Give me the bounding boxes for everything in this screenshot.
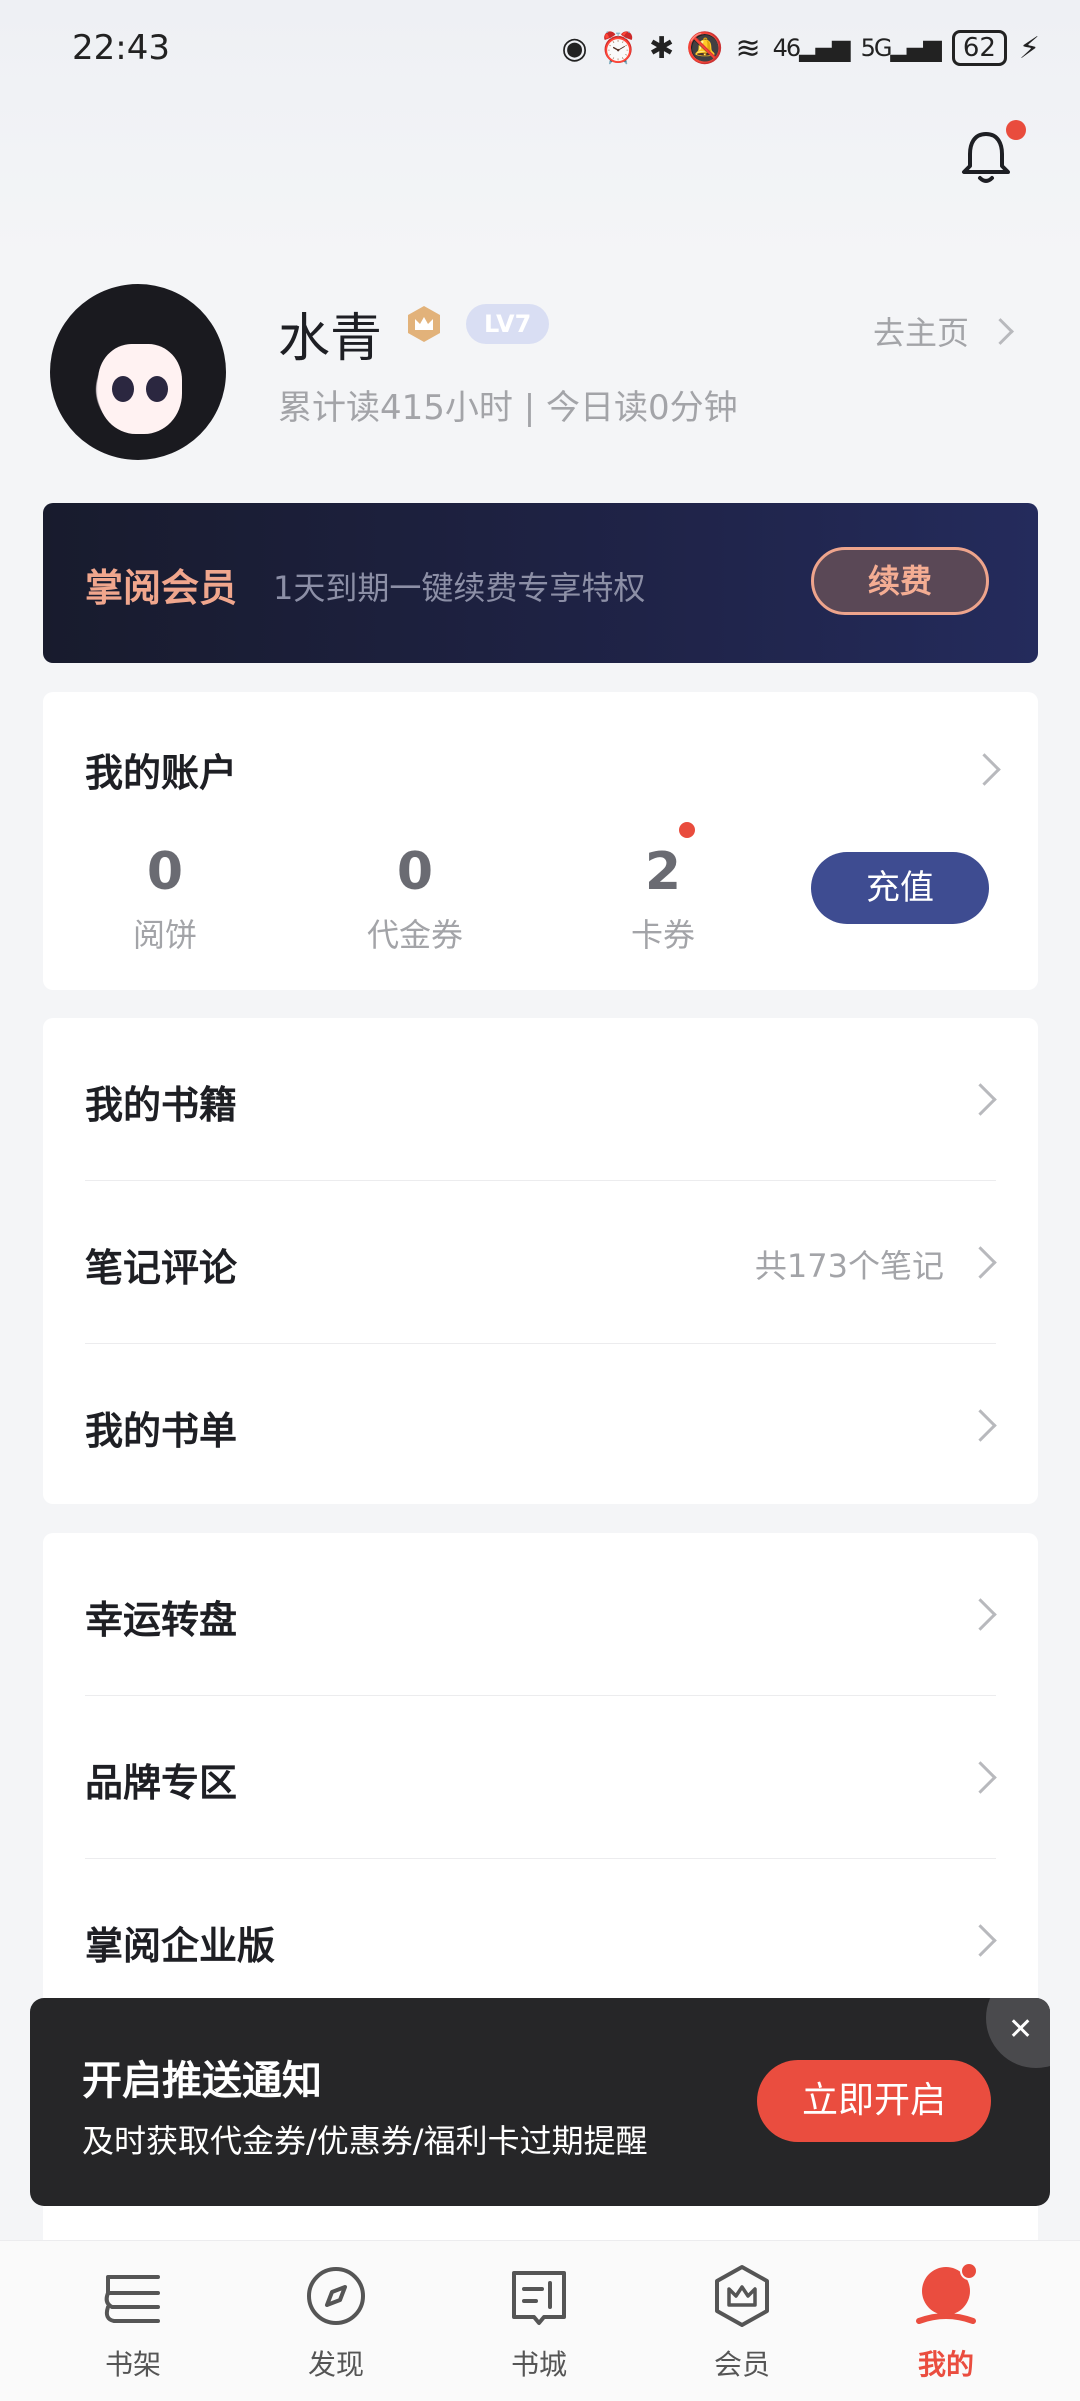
menu-item-label: 品牌专区 bbox=[85, 1761, 238, 1805]
nav-label: 书架 bbox=[104, 2348, 161, 2381]
menu-item-my-booklists[interactable]: 我的书单 bbox=[85, 1344, 997, 1506]
avatar[interactable] bbox=[50, 284, 226, 460]
enable-push-button[interactable]: 立即开启 bbox=[757, 2060, 991, 2142]
go-homepage-label: 去主页 bbox=[872, 314, 969, 352]
notification-bell-icon[interactable] bbox=[956, 128, 1016, 188]
nav-bookshelf[interactable]: 书架 bbox=[63, 2263, 203, 2383]
go-homepage-link[interactable]: 去主页 bbox=[872, 308, 1014, 354]
chevron-right-icon bbox=[987, 317, 1014, 345]
signal-icon-2: 5G▂▄▆ bbox=[860, 34, 942, 62]
account-item-yuebing[interactable]: 0 阅饼 bbox=[65, 842, 265, 956]
nav-label: 我的 bbox=[917, 2348, 974, 2381]
close-toast-button[interactable]: ✕ bbox=[986, 1998, 1050, 2068]
alarm-icon: ⏰ bbox=[599, 30, 638, 66]
chevron-right-icon bbox=[964, 1246, 997, 1279]
avatar-face bbox=[98, 344, 182, 434]
bookshelf-icon bbox=[104, 2275, 160, 2323]
nav-member[interactable]: 会员 bbox=[672, 2263, 812, 2383]
crown-badge-icon bbox=[408, 306, 440, 342]
voucher-value: 0 bbox=[396, 842, 434, 902]
chevron-right-icon bbox=[968, 753, 1001, 786]
menu-item-label: 笔记评论 bbox=[85, 1246, 238, 1290]
toast-subtitle: 及时获取代金券/优惠券/福利卡过期提醒 bbox=[82, 2122, 648, 2160]
menu-item-label: 我的书籍 bbox=[85, 1083, 238, 1127]
nav-label: 发现 bbox=[307, 2348, 364, 2381]
battery-indicator: 62 bbox=[951, 30, 1007, 66]
card-coupon-dot bbox=[679, 822, 695, 838]
chevron-right-icon bbox=[964, 1924, 997, 1957]
voucher-label: 代金券 bbox=[366, 916, 463, 954]
book-store-icon bbox=[512, 2271, 566, 2325]
menu-item-label: 我的书单 bbox=[85, 1409, 238, 1453]
toast-title: 开启推送通知 bbox=[82, 2058, 322, 2104]
user-name: 水青 bbox=[278, 309, 383, 369]
close-icon: ✕ bbox=[1008, 2012, 1034, 2047]
crown-badge-icon bbox=[715, 2265, 769, 2327]
menu-item-my-books[interactable]: 我的书籍 bbox=[85, 1018, 997, 1180]
notification-dot bbox=[1006, 120, 1026, 140]
nav-discover[interactable]: 发现 bbox=[266, 2263, 406, 2383]
chevron-right-icon bbox=[964, 1761, 997, 1794]
menu-item-enterprise[interactable]: 掌阅企业版 bbox=[85, 1859, 997, 2021]
account-item-voucher[interactable]: 0 代金券 bbox=[315, 842, 515, 956]
nav-profile[interactable]: 我的 bbox=[876, 2262, 1016, 2383]
bluetooth-icon: ✱ bbox=[649, 30, 675, 66]
signal-1-label: 46 bbox=[772, 34, 802, 62]
yuebing-value: 0 bbox=[146, 842, 184, 902]
push-notification-toast: 开启推送通知 及时获取代金券/优惠券/福利卡过期提醒 立即开启 ✕ bbox=[30, 1998, 1050, 2206]
member-banner[interactable]: 掌阅会员 1天到期一键续费专享特权 续费 bbox=[43, 503, 1038, 663]
menu-item-notes-comments[interactable]: 笔记评论 共173个笔记 bbox=[85, 1181, 997, 1343]
level-badge: LV7 bbox=[466, 304, 550, 344]
charging-icon: ⚡ bbox=[1018, 30, 1040, 66]
renew-button[interactable]: 续费 bbox=[811, 547, 989, 615]
member-description: 1天到期一键续费专享特权 bbox=[273, 569, 646, 607]
status-icons: ◉ ⏰ ✱ 🔕 ≋ 46▂▄▆ 5G▂▄▆ 62 ⚡ bbox=[561, 30, 1040, 66]
wifi-icon: ≋ bbox=[735, 30, 761, 66]
avatar-eye-right bbox=[146, 376, 168, 402]
account-card[interactable]: 我的账户 0 阅饼 0 代金券 2 卡券 充值 bbox=[43, 692, 1038, 990]
nav-label: 会员 bbox=[713, 2348, 770, 2381]
signal-2-label: 5G bbox=[860, 34, 893, 62]
signal-icon-1: 46▂▄▆ bbox=[772, 34, 851, 62]
nav-label: 书城 bbox=[510, 2348, 567, 2381]
account-item-card-coupon[interactable]: 2 卡券 bbox=[563, 842, 763, 956]
account-title: 我的账户 bbox=[85, 751, 238, 795]
avatar-eye-left bbox=[112, 376, 134, 402]
chevron-right-icon bbox=[964, 1598, 997, 1631]
recharge-button[interactable]: 充值 bbox=[811, 852, 989, 924]
bottom-nav: 书架 发现 书城 会员 我的 bbox=[0, 2240, 1080, 2401]
menu-group-books: 我的书籍 笔记评论 共173个笔记 我的书单 bbox=[43, 1018, 1038, 1504]
menu-item-brand-zone[interactable]: 品牌专区 bbox=[85, 1696, 997, 1858]
notes-count: 共173个笔记 bbox=[754, 1247, 944, 1285]
eye-icon: ◉ bbox=[561, 30, 588, 66]
yuebing-label: 阅饼 bbox=[132, 916, 197, 954]
menu-item-label: 幸运转盘 bbox=[85, 1598, 238, 1642]
mute-icon: 🔕 bbox=[686, 30, 724, 66]
menu-item-lucky-wheel[interactable]: 幸运转盘 bbox=[85, 1533, 997, 1695]
compass-icon bbox=[307, 2267, 365, 2325]
menu-item-label: 掌阅企业版 bbox=[85, 1924, 276, 1968]
profile-icon bbox=[916, 2262, 978, 2324]
reading-stats: 累计读415小时 | 今日读0分钟 bbox=[278, 388, 738, 428]
status-time: 22:43 bbox=[72, 28, 170, 68]
status-bar: 22:43 ◉ ⏰ ✱ 🔕 ≋ 46▂▄▆ 5G▂▄▆ 62 ⚡ bbox=[0, 0, 1080, 100]
chevron-right-icon bbox=[964, 1083, 997, 1116]
nav-bookstore[interactable]: 书城 bbox=[469, 2263, 609, 2383]
member-title: 掌阅会员 bbox=[85, 566, 238, 610]
card-coupon-value: 2 bbox=[644, 842, 682, 902]
chevron-right-icon bbox=[964, 1409, 997, 1442]
card-coupon-label: 卡券 bbox=[630, 916, 695, 954]
